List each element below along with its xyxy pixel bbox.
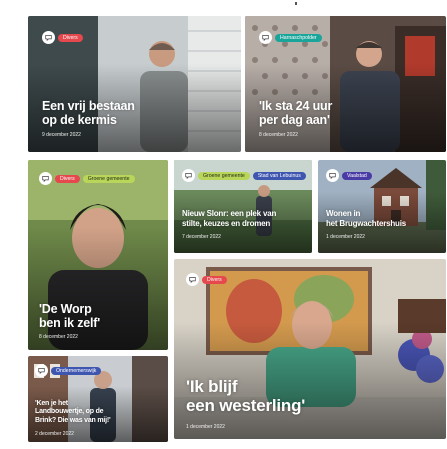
title-line: Een vrij bestaan: [42, 99, 135, 113]
title-line: het Brugwachtershuis: [326, 218, 407, 228]
tag-row: Divers: [186, 273, 227, 286]
tag-row: Divers: [42, 31, 83, 44]
title-line: Brink? Die was van mij!': [35, 416, 111, 424]
chat-bubble-icon: [326, 169, 339, 182]
article-date: 9 december 2022: [42, 132, 81, 138]
title-line: een westerling': [186, 396, 306, 415]
article-title[interactable]: 'Ik sta 24 uur per dag aan': [259, 99, 332, 127]
article-title[interactable]: 'Ken je het Landbouwertje, op de Brink? …: [35, 400, 111, 425]
chat-bubble-icon: [39, 172, 52, 185]
chat-bubble-icon: [259, 31, 272, 44]
tag-row: Divers Groene gemeente: [39, 172, 135, 185]
tag-label[interactable]: Divers: [202, 275, 227, 284]
title-line: Landbouwertje, op de: [35, 408, 104, 416]
title-line: 'De Worp: [39, 302, 92, 316]
article-date: 1 december 2022: [326, 234, 365, 240]
article-date: 8 december 2022: [39, 334, 78, 340]
chat-bubble-icon: [35, 364, 48, 377]
article-title[interactable]: Nieuw Slonr: een plek van stilte, keuzes…: [182, 209, 276, 228]
article-title[interactable]: 'Ik blijf een westerling': [186, 377, 305, 415]
title-line: stilte, keuzes en dromen: [182, 218, 271, 228]
article-title[interactable]: Een vrij bestaan op de kermis: [42, 99, 135, 127]
article-card-de-worp[interactable]: Divers Groene gemeente 'De Worp ben ik z…: [28, 160, 168, 350]
title-line: 'Ik sta 24 uur: [259, 99, 333, 113]
tag-label[interactable]: Ondernemerswijk: [51, 366, 102, 375]
article-title[interactable]: Wonen in het Brugwachtershuis: [326, 209, 406, 228]
tag-label[interactable]: Harnaschpolder: [275, 33, 322, 42]
tag-label[interactable]: Vaalstad: [342, 171, 372, 180]
article-date: 7 december 2022: [182, 234, 221, 240]
chat-bubble-icon: [186, 273, 199, 286]
article-date: 1 december 2022: [186, 424, 225, 430]
title-line: op de kermis: [42, 113, 117, 127]
tag-row: Ondernemerswijk: [35, 364, 102, 377]
article-card-landbouwertje[interactable]: Ondernemerswijk 'Ken je het Landbouwertj…: [28, 356, 168, 442]
article-title[interactable]: 'De Worp ben ik zelf': [39, 302, 100, 330]
tag-row: Harnaschpolder: [259, 31, 322, 44]
tag-row: Groene gemeente Stad van Lebuinus: [182, 169, 306, 182]
tag-label[interactable]: Groene gemeente: [82, 174, 135, 183]
title-line: ben ik zelf': [39, 316, 101, 330]
tag-label[interactable]: Divers: [58, 33, 83, 42]
tag-label[interactable]: Stad van Lebuinus: [252, 171, 306, 180]
title-line: Nieuw Slonr: een plek van: [182, 209, 277, 218]
article-date: 8 december 2022: [259, 132, 298, 138]
title-line: Wonen in: [326, 209, 361, 218]
article-card-24-uur[interactable]: Harnaschpolder 'Ik sta 24 uur per dag aa…: [245, 16, 446, 152]
article-card-kermis[interactable]: Divers Een vrij bestaan op de kermis 9 d…: [28, 16, 241, 152]
article-date: 2 december 2022: [35, 431, 74, 437]
tag-row: Vaalstad: [326, 169, 372, 182]
chat-bubble-icon: [42, 31, 55, 44]
chat-bubble-icon: [182, 169, 195, 182]
article-card-westerling[interactable]: Divers 'Ik blijf een westerling' 1 decem…: [174, 259, 446, 439]
article-card-brugwachtershuis[interactable]: Vaalstad Wonen in het Brugwachtershuis 1…: [318, 160, 446, 253]
top-dot: [295, 2, 297, 5]
article-card-nieuw-slonr[interactable]: Groene gemeente Stad van Lebuinus Nieuw …: [174, 160, 312, 253]
tag-label[interactable]: Divers: [55, 174, 80, 183]
title-line: 'Ik blijf: [186, 377, 238, 396]
title-line: per dag aan': [259, 113, 330, 127]
tag-label[interactable]: Groene gemeente: [198, 171, 250, 180]
